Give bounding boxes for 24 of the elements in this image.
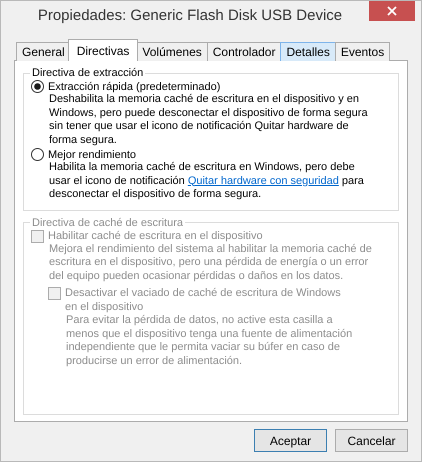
description-text: Habilita la memoria caché de escritura en Windows, pero debe usar el icono de notificación Quitar hardware con seguridad para desconectar el dispositivo de forma segura. — [49, 161, 365, 202]
tab[interactable]: General — [16, 42, 71, 61]
tab[interactable]: Volúmenes — [136, 42, 208, 61]
group-title: Directiva de extracción — [31, 67, 144, 79]
tab[interactable]: Directivas — [68, 39, 138, 61]
dialog-button[interactable]: Cancelar — [335, 429, 408, 452]
radio-button[interactable] — [31, 148, 44, 161]
tab[interactable]: Eventos — [334, 42, 390, 61]
radio-label: Extracción rápida (predeterminado) — [48, 80, 220, 92]
description-text: Para evitar la pérdida de datos, no active esta casilla a menos que el dispositivo tenga una fuente de alimentación independiente que le permita vaciar su búfer en caso de producirse un error de alimentación. — [66, 314, 354, 368]
close-button[interactable] — [369, 1, 415, 21]
description-text: Mejora el rendimiento del sistema al habilitar la memoria caché de escritura en el dispositivo, pero una pérdida de energía o un error del equipo pueden ocasionar pérdidas o daños en los datos. — [49, 242, 373, 283]
checkbox-label: Habilitar caché de escritura en el dispositivo — [48, 230, 263, 242]
group-title: Directiva de caché de escritura — [31, 216, 184, 228]
radio-label: Mejor rendimiento — [48, 148, 136, 160]
safely-remove-link[interactable]: Quitar hardware con seguridad — [188, 174, 339, 186]
tab[interactable]: Controlador — [206, 42, 282, 61]
tab[interactable]: Detalles — [280, 42, 336, 61]
description-text: Deshabilita la memoria caché de escritura en el dispositivo y en Windows, pero puede desconectar el dispositivo de forma segura sin tener que usar el icono de notificación Quitar hardware de forma segura. — [49, 93, 369, 147]
close-icon — [387, 6, 397, 16]
dialog-button[interactable]: Aceptar — [254, 429, 327, 452]
radio-button[interactable] — [31, 80, 44, 93]
window-title: Propiedades: Generic Flash Disk USB Device — [36, 6, 344, 24]
checkbox-label: Desactivar el vaciado de caché de escritura de Windows en el dispositivo — [65, 287, 342, 314]
